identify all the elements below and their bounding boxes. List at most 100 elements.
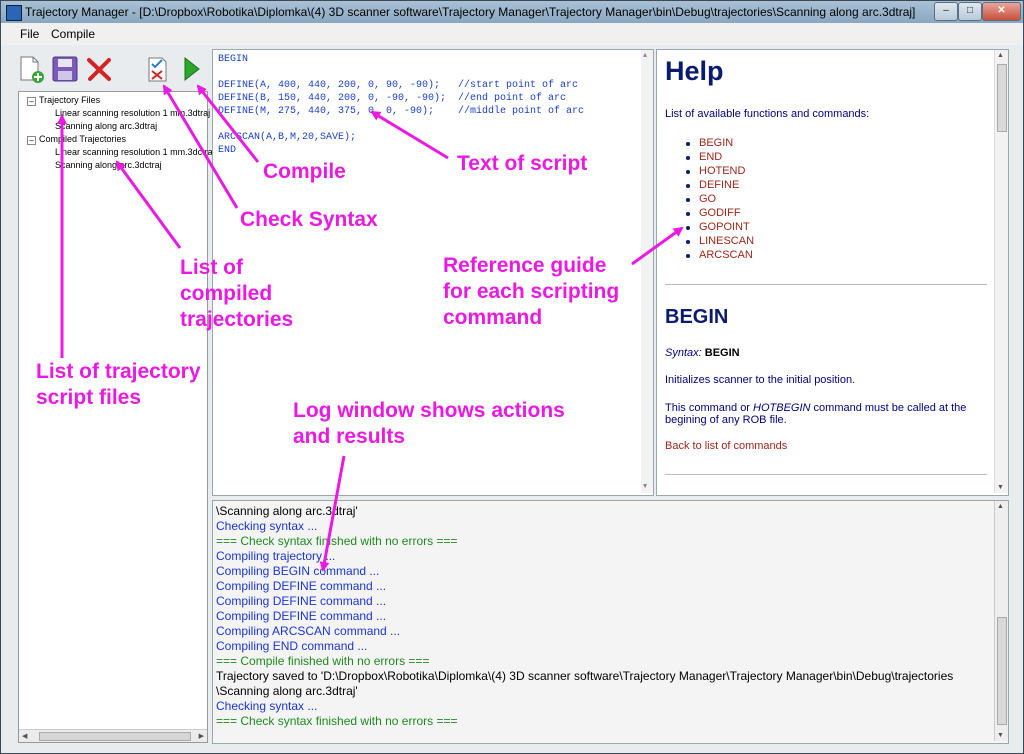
- divider: [665, 284, 987, 285]
- back-to-list-link[interactable]: Back to list of commands: [665, 440, 787, 452]
- window-title: Trajectory Manager - [D:\Dropbox\Robotik…: [25, 5, 916, 19]
- syntax-value: BEGIN: [704, 347, 740, 359]
- play-icon: [184, 56, 200, 82]
- annotation-line: script files: [36, 386, 142, 409]
- menu-compile[interactable]: Compile: [51, 27, 95, 41]
- annotation-line: trajectories: [180, 308, 294, 331]
- help-panel: Help List of available functions and com…: [656, 49, 1009, 496]
- help-note-line2: begining of any ROB file.: [665, 414, 787, 426]
- scroll-down-icon[interactable]: ▼: [997, 732, 1004, 739]
- log-line: Checking syntax ...: [216, 699, 318, 713]
- scroll-down-icon[interactable]: ▼: [643, 483, 647, 491]
- bullet-icon: [686, 198, 690, 202]
- bullet-icon: [686, 156, 690, 160]
- delete-button[interactable]: [85, 55, 113, 83]
- annotation-line: and results: [293, 425, 406, 448]
- syntax-label: Syntax:: [665, 347, 702, 359]
- bullet-icon: [686, 212, 690, 216]
- annotation-line: for each scripting: [443, 280, 620, 303]
- annotation-line: Reference guide: [443, 254, 607, 277]
- command-link[interactable]: GO: [699, 193, 716, 205]
- command-link[interactable]: LINESCAN: [699, 235, 754, 247]
- scroll-up-icon[interactable]: ▲: [997, 503, 1004, 510]
- command-link[interactable]: BEGIN: [699, 137, 733, 149]
- log-line: Trajectory saved to 'D:\Dropbox\Robotika…: [216, 669, 954, 683]
- scroll-left-icon[interactable]: ◀: [22, 732, 27, 740]
- tree-item-file[interactable]: Scanning along arc.3dtraj: [55, 121, 157, 131]
- scroll-up-icon[interactable]: ▲: [997, 52, 1004, 59]
- collapse-icon[interactable]: –: [27, 136, 36, 145]
- code-line: END: [218, 145, 237, 156]
- command-link[interactable]: GODIFF: [699, 207, 741, 219]
- save-button[interactable]: [51, 55, 79, 83]
- check-syntax-button[interactable]: [143, 55, 171, 83]
- tree-horizontal-scrollbar[interactable]: ◀ ▶: [19, 729, 207, 742]
- help-intro: List of available functions and commands…: [665, 108, 870, 120]
- annotation-line: command: [443, 306, 543, 329]
- log-line: Compiling DEFINE command ...: [216, 579, 387, 593]
- command-link[interactable]: HOTEND: [699, 165, 745, 177]
- annotation-log-window: Log window shows actions and results: [293, 398, 565, 450]
- command-link[interactable]: GOPOINT: [699, 221, 750, 233]
- divider: [665, 474, 987, 475]
- code-line: ARCSCAN(A,B,M,20,SAVE);: [218, 132, 357, 143]
- scroll-thumb[interactable]: [997, 617, 1007, 725]
- collapse-icon[interactable]: –: [27, 97, 36, 106]
- scroll-right-icon[interactable]: ▶: [199, 732, 204, 740]
- close-window-button[interactable]: ✕: [982, 2, 1021, 21]
- toolbar: [15, 53, 205, 87]
- command-link[interactable]: ARCSCAN: [699, 249, 753, 261]
- syntax-line: Syntax: BEGIN: [665, 347, 740, 359]
- annotation-compiled-list: List of compiled trajectories: [180, 255, 293, 333]
- annotation-line: compiled: [180, 282, 273, 305]
- help-scrollbar[interactable]: ▲ ▼: [994, 50, 1008, 493]
- annotation-check-syntax: Check Syntax: [240, 208, 378, 231]
- annotation-line: Log window shows actions: [293, 399, 565, 422]
- help-note-part: command must be called at the: [810, 402, 967, 414]
- log-line: Compiling DEFINE command ...: [216, 594, 387, 608]
- annotation-script-files: List of trajectory script files: [36, 359, 201, 411]
- maximize-button[interactable]: □: [958, 2, 982, 21]
- bullet-icon: [686, 142, 690, 146]
- code-line: DEFINE(A, 400, 440, 200, 0, 90, -90); //…: [218, 80, 579, 91]
- scroll-thumb[interactable]: [997, 64, 1007, 132]
- section-title: BEGIN: [665, 306, 729, 328]
- log-scrollbar[interactable]: ▲ ▼: [994, 501, 1008, 741]
- compile-button[interactable]: [177, 55, 205, 83]
- tree-item-file[interactable]: Linear scanning resolution 1 mm.3dtraj: [55, 108, 210, 118]
- command-link[interactable]: END: [699, 151, 722, 163]
- delete-icon: [87, 58, 111, 81]
- bullet-icon: [686, 226, 690, 230]
- tree-group-trajectory-files[interactable]: Trajectory Files: [39, 95, 100, 105]
- log-line: \Scanning along arc.3dtraj': [216, 504, 358, 518]
- tree-item-compiled[interactable]: Scanning along arc.3dctraj: [55, 160, 162, 170]
- log-line: \Scanning along arc.3dtraj': [216, 684, 358, 698]
- annotation-line: List of: [180, 256, 243, 279]
- new-file-button[interactable]: [17, 55, 45, 83]
- app-icon: [6, 5, 22, 21]
- new-file-icon: [20, 56, 44, 83]
- bullet-icon: [686, 170, 690, 174]
- scroll-up-icon[interactable]: ▲: [643, 52, 647, 60]
- scroll-down-icon[interactable]: ▼: [997, 484, 1004, 491]
- log-line: === Compile finished with no errors ===: [216, 654, 430, 668]
- log-line: Compiling DEFINE command ...: [216, 609, 387, 623]
- command-link[interactable]: DEFINE: [699, 179, 739, 191]
- menu-file[interactable]: File: [20, 27, 39, 41]
- minimize-button[interactable]: –: [934, 2, 958, 21]
- help-description: Initializes scanner to the initial posit…: [665, 374, 856, 386]
- bullet-icon: [686, 254, 690, 258]
- bullet-icon: [686, 240, 690, 244]
- log-line: Compiling trajectory ...: [216, 549, 336, 563]
- tree-group-compiled-trajectories[interactable]: Compiled Trajectories: [39, 134, 126, 144]
- log-line: Compiling END command ...: [216, 639, 368, 653]
- annotation-compile: Compile: [263, 160, 346, 183]
- annotation-reference: Reference guide for each scripting comma…: [443, 253, 619, 331]
- tree-item-compiled[interactable]: Linear scanning resolution 1 mm.3dctraj: [55, 147, 215, 157]
- title-bar: Trajectory Manager - [D:\Dropbox\Robotik…: [1, 1, 1023, 23]
- log-line: Compiling BEGIN command ...: [216, 564, 380, 578]
- annotation-text-of-script: Text of script: [457, 152, 588, 175]
- log-line: === Check syntax finished with no errors…: [216, 714, 458, 728]
- editor-scrollbar[interactable]: ▲ ▼: [641, 50, 653, 493]
- scroll-thumb[interactable]: [39, 732, 191, 741]
